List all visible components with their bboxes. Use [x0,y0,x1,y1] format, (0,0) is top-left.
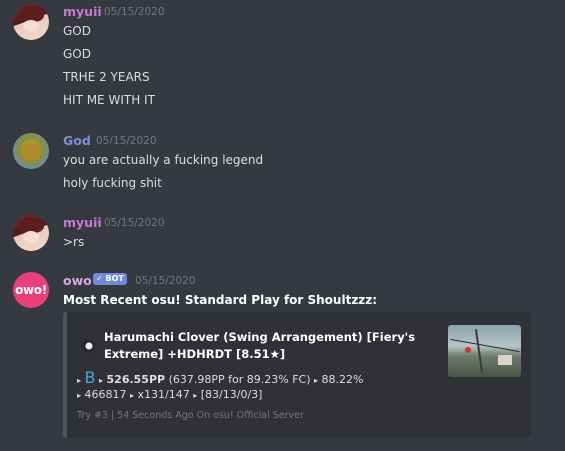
thumbnail-house [498,355,512,365]
thumbnail-spot [465,347,471,353]
score-value: 466817 [84,388,127,401]
stats-line-2: ▸ 466817 ▸ x131/147 ▸ [83/13/0/3] [77,388,262,401]
username-god[interactable]: God [63,133,91,148]
message-timestamp: 05/15/2020 [96,135,157,147]
message-line: holy fucking shit [63,176,162,190]
message-line: HIT ME WITH IT [63,93,155,107]
message-line: TRHE 2 YEARS [63,70,150,84]
message-timestamp: 05/15/2020 [135,275,196,287]
username-owo[interactable]: owo [63,273,92,288]
bot-tag: ✓ BOT [93,273,127,285]
bullet-icon: ▸ [77,376,82,385]
thumbnail-wire [450,338,520,353]
bullet-icon: ▸ [99,376,104,385]
username-myuii[interactable]: myuii [63,4,102,19]
osu-icon [81,338,97,354]
message-timestamp: 05/15/2020 [104,6,165,18]
embed-footer: Try #3 | 54 Seconds Ago On osu! Official… [77,410,304,421]
message-line: GOD [63,47,91,61]
message-line: you are actually a fucking legend [63,153,264,167]
bullet-icon: ▸ [77,391,82,400]
message-line: >rs [63,235,85,249]
combo-value: x131/147 [137,388,190,401]
bullet-icon: ▸ [314,376,319,385]
avatar-myuii[interactable] [13,4,49,40]
beatmap-thumbnail[interactable] [448,325,521,377]
avatar-god[interactable] [13,133,49,169]
bullet-icon: ▸ [193,391,198,400]
hits-value: [83/13/0/3] [200,388,263,401]
avatar-text: owo! [15,283,47,297]
thumbnail-pole [474,329,484,373]
message-line: GOD [63,24,91,38]
accuracy-value: 88.22% [321,373,364,386]
embed-title[interactable]: Harumachi Clover (Swing Arrangement) [Fi… [104,329,434,363]
bullet-icon: ▸ [130,391,135,400]
avatar-myuii[interactable] [13,215,49,251]
stats-line-1: ▸ B ▸ 526.55PP (637.98PP for 89.23% FC) … [77,368,363,387]
message-line: Most Recent osu! Standard Play for Shoul… [63,293,378,307]
rich-embed: Harumachi Clover (Swing Arrangement) [Fi… [63,312,531,438]
pp-detail: (637.98PP for 89.23% FC) [168,373,311,386]
avatar-owo[interactable]: owo! [13,272,49,308]
grade-icon: B [84,368,96,387]
pp-value: 526.55PP [106,373,166,386]
username-myuii[interactable]: myuii [63,215,102,230]
message-timestamp: 05/15/2020 [104,217,165,229]
